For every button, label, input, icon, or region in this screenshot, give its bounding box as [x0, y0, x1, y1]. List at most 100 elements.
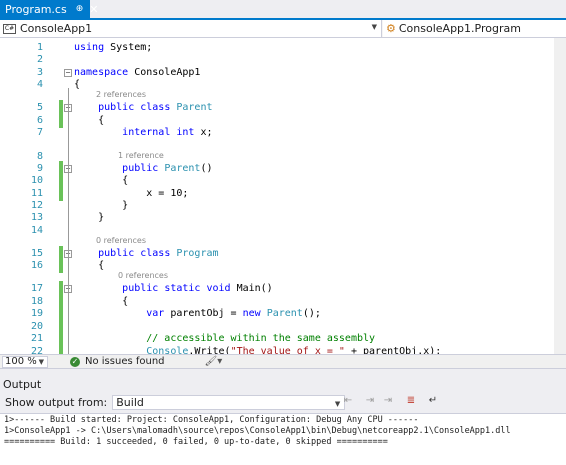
code-text: {: [74, 296, 129, 307]
code-line[interactable]: 2: [0, 54, 566, 66]
editor-status-bar: 100 % ▼ ✓ No issues found 🖌▾: [0, 354, 566, 369]
line-number: 3: [36, 67, 43, 78]
code-line[interactable]: 11 x = 10;: [0, 186, 566, 201]
code-line[interactable]: 21 // accessible within the same assembl…: [0, 331, 566, 346]
code-line[interactable]: 19 var parentObj = new Parent();: [0, 306, 566, 321]
vertical-scrollbar[interactable]: [554, 38, 566, 354]
output-panel: Output Show output from: Build ▼ ⇤ ⇥ ⇥ ≣…: [0, 376, 566, 465]
code-line[interactable]: 1 using System;: [0, 42, 566, 54]
code-line[interactable]: 12 }: [0, 200, 566, 212]
output-line: ========== Build: 1 succeeded, 0 failed,…: [4, 437, 388, 447]
csharp-project-icon: C#: [3, 23, 16, 34]
line-number: 4: [36, 79, 43, 90]
line-number: 11: [30, 188, 43, 199]
code-text: x = 10;: [74, 188, 189, 199]
line-number: 9: [36, 163, 43, 174]
code-line[interactable]: 8: [0, 151, 566, 163]
line-number: 21: [30, 333, 43, 344]
code-line[interactable]: 3 − namespace ConsoleApp1: [0, 67, 566, 79]
code-line[interactable]: 13 }: [0, 212, 566, 224]
tab-program-cs[interactable]: Program.cs ⊕ ✕: [0, 0, 98, 18]
code-text: public class Program: [98, 248, 219, 259]
output-text-area[interactable]: 1>------ Build started: Project: Console…: [0, 413, 566, 465]
go-to-previous-icon[interactable]: ⇤: [340, 395, 356, 409]
code-text: }: [74, 212, 105, 223]
code-text: namespace ConsoleApp1: [74, 67, 201, 78]
code-text: {: [74, 175, 129, 186]
close-icon[interactable]: ✕: [89, 3, 98, 16]
code-line[interactable]: 17− public static void Main(): [0, 281, 566, 296]
output-source-value: Build: [116, 396, 144, 409]
line-number: 12: [30, 200, 43, 211]
horizontal-scrollbar[interactable]: [248, 357, 552, 367]
navigation-bar: C# ConsoleApp1 ▼ ⚙ ConsoleApp1.Program: [0, 20, 566, 38]
change-marker: [59, 186, 63, 201]
member-dropdown[interactable]: ⚙ ConsoleApp1.Program: [383, 20, 566, 37]
codelens-references[interactable]: 0 references: [96, 236, 146, 245]
line-number: 1: [36, 42, 43, 53]
code-text: {: [74, 260, 105, 271]
zoom-level: 100 %: [5, 356, 37, 367]
code-line[interactable]: 18 {: [0, 294, 566, 309]
output-title: Output: [3, 378, 42, 391]
code-cleanup-icon[interactable]: 🖌▾: [205, 356, 223, 367]
code-line[interactable]: 10 {: [0, 173, 566, 188]
code-line[interactable]: 5− public class Parent: [0, 100, 566, 115]
change-marker: [59, 258, 63, 273]
code-line[interactable]: 14: [0, 225, 566, 237]
code-line[interactable]: 7 internal int x;: [0, 127, 566, 139]
code-text: {: [74, 115, 105, 126]
collapse-icon[interactable]: −: [64, 69, 72, 77]
code-text: var parentObj = new Parent();: [146, 308, 321, 319]
line-number: 13: [30, 212, 43, 223]
line-number: 18: [30, 296, 43, 307]
output-line: 1>------ Build started: Project: Console…: [4, 415, 419, 425]
code-text: // accessible within the same assembly: [146, 333, 376, 344]
line-number: 14: [30, 225, 43, 236]
project-dropdown[interactable]: C# ConsoleApp1 ▼: [0, 20, 382, 37]
line-number: 20: [30, 321, 43, 332]
code-text: {: [74, 79, 81, 90]
find-message-icon[interactable]: ⇥: [380, 395, 396, 409]
chevron-down-icon: ▼: [38, 357, 44, 366]
clear-all-icon[interactable]: ≣: [403, 395, 419, 409]
code-text: using System;: [74, 42, 153, 53]
code-text: Console.Write("The value of x = " + pare…: [146, 346, 442, 354]
code-line[interactable]: 20: [0, 319, 566, 334]
class-icon: ⚙: [386, 22, 396, 35]
code-line[interactable]: 22 Console.Write("The value of x = " + p…: [0, 344, 566, 354]
pin-icon[interactable]: ⊕: [76, 4, 84, 14]
code-text: public Parent(): [122, 163, 213, 174]
code-line[interactable]: 6 {: [0, 113, 566, 128]
chevron-down-icon: ▼: [371, 23, 377, 31]
word-wrap-icon[interactable]: ↵: [425, 395, 441, 409]
line-number: 16: [30, 260, 43, 271]
output-source-select[interactable]: Build ▼: [112, 395, 346, 410]
code-editor[interactable]: 1 using System; 2 3− namespace ConsoleApp1 4{…: [0, 38, 566, 354]
codelens-references[interactable]: 0 references: [118, 271, 168, 280]
document-tab-strip: Program.cs ⊕ ✕: [0, 0, 566, 20]
member-name: ConsoleApp1.Program: [398, 22, 521, 35]
change-marker: [59, 344, 63, 354]
codelens-references[interactable]: 2 references: [96, 90, 146, 99]
line-number: 15: [30, 248, 43, 259]
code-line[interactable]: 15− public class Program: [0, 246, 566, 261]
code-text: internal int x;: [122, 127, 213, 138]
tab-title: Program.cs: [5, 2, 67, 16]
codelens-references[interactable]: 1 reference: [118, 151, 164, 160]
line-number: 19: [30, 308, 43, 319]
code-line[interactable]: 4{: [0, 79, 566, 91]
code-line[interactable]: 16 {: [0, 258, 566, 273]
issues-status[interactable]: No issues found: [85, 356, 165, 367]
line-number: 17: [30, 283, 43, 294]
go-to-next-icon[interactable]: ⇥: [362, 395, 378, 409]
code-line[interactable]: 9− public Parent(): [0, 161, 566, 176]
line-number: 7: [36, 127, 43, 138]
line-number: 5: [36, 102, 43, 113]
line-number: 22: [30, 346, 43, 354]
line-number: 10: [30, 175, 43, 186]
project-name: ConsoleApp1: [20, 22, 93, 35]
change-marker: [59, 113, 63, 128]
line-number: 6: [36, 115, 43, 126]
zoom-dropdown[interactable]: 100 % ▼: [2, 355, 48, 368]
